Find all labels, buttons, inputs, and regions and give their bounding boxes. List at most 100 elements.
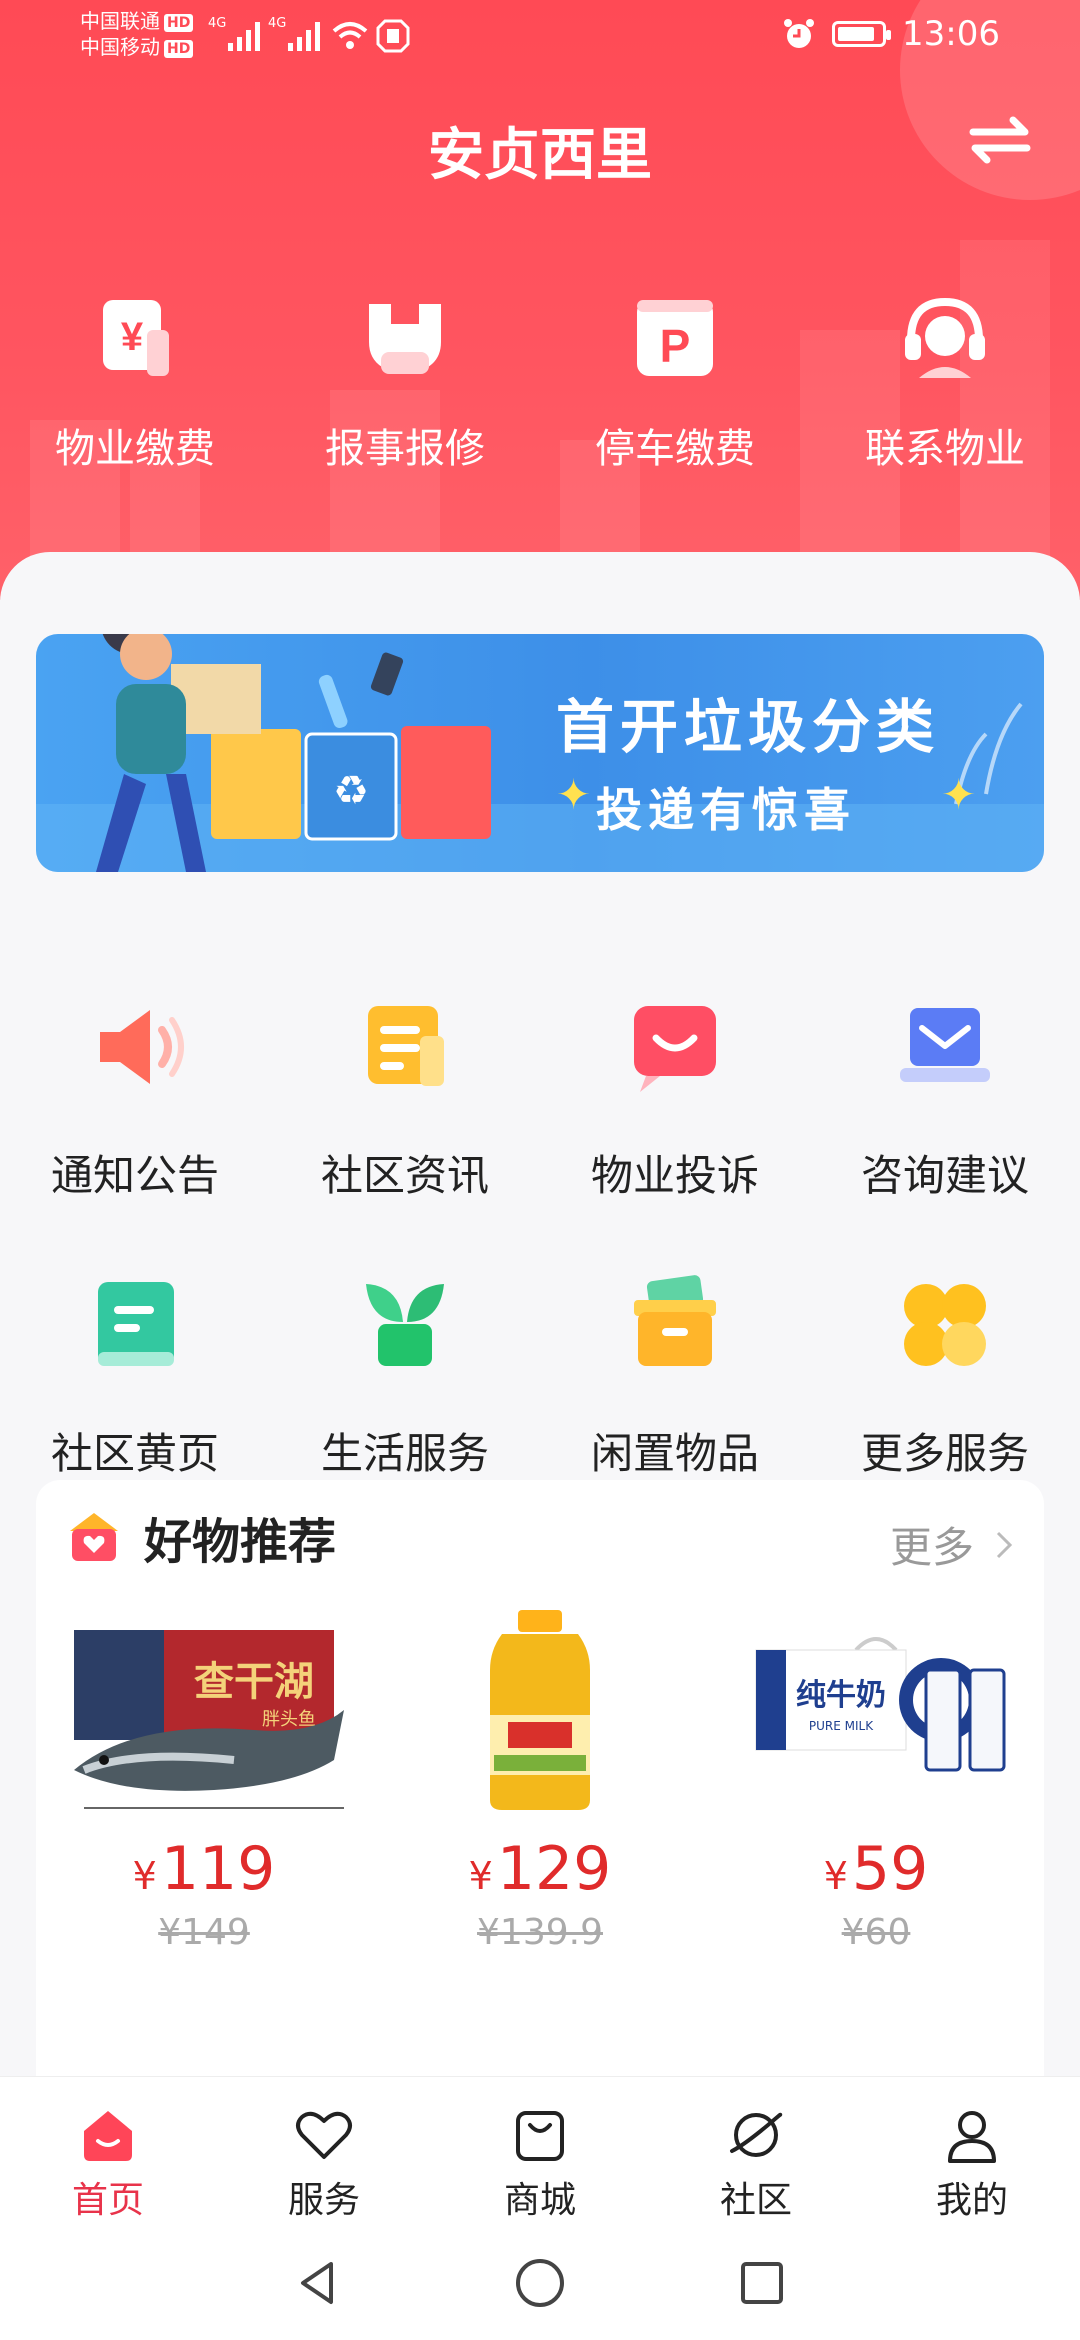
sparkle-icon: ✦: [556, 770, 592, 819]
service-label: 社区黄页: [50, 1429, 219, 1478]
life-service-button[interactable]: 生活服务: [270, 1270, 540, 1481]
book-icon: [80, 1270, 190, 1380]
community-news-button[interactable]: 社区资讯: [270, 992, 540, 1203]
price-value: 59: [851, 1834, 929, 1904]
hd-badge: HD: [164, 13, 194, 32]
banner-headline: 首开垃圾分类: [556, 693, 941, 761]
tab-home[interactable]: 首页: [0, 2077, 216, 2226]
fish-product-image: 查干湖 胖头鱼: [54, 1610, 354, 1810]
plant-icon: [350, 1270, 460, 1380]
product-price: ¥59: [824, 1834, 929, 1904]
product-price: ¥129: [469, 1834, 612, 1904]
carrier-2: 中国移动: [80, 35, 160, 59]
wifi-icon: [330, 16, 370, 56]
tab-label: 我的: [935, 2180, 1008, 2221]
milk-box-subtext: PURE MILK: [809, 1719, 874, 1733]
service-label: 闲置物品: [590, 1429, 759, 1478]
currency-symbol: ¥: [468, 1854, 493, 1898]
city-silhouette: [130, 460, 200, 560]
home-nav-button[interactable]: [513, 2256, 567, 2310]
tab-label: 社区: [719, 2180, 792, 2221]
tab-services[interactable]: 服务: [216, 2077, 432, 2226]
service-label: 更多服务: [860, 1429, 1029, 1478]
recents-nav-button[interactable]: [737, 2258, 787, 2308]
suggestion-button[interactable]: 咨询建议: [810, 992, 1080, 1203]
network-type: 4G: [268, 16, 287, 31]
wrench-icon: [355, 290, 455, 390]
quick-action-label: 报事报修: [325, 426, 485, 472]
carrier-info: 中国联通 HD 中国移动 HD: [80, 8, 194, 60]
box-icon: [620, 1270, 730, 1380]
gift-house-icon: [70, 1513, 118, 1561]
price-value: 129: [496, 1834, 612, 1904]
back-nav-button[interactable]: [293, 2258, 343, 2308]
header: 中国联通 HD 中国移动 HD 4G 4G 13:06 安贞西里 ¥ 物业缴费 …: [0, 0, 1080, 600]
currency-symbol: ¥: [132, 1854, 157, 1898]
garbage-sorting-banner[interactable]: ♻ 首开垃圾分类 ✦ 投递有惊喜 ✦: [36, 634, 1044, 872]
tab-label: 首页: [71, 2180, 144, 2221]
fish-box-text: 查干湖: [194, 1658, 314, 1705]
carrier-1: 中国联通: [80, 9, 160, 33]
product-price: ¥119: [133, 1834, 276, 1904]
idle-items-button[interactable]: 闲置物品: [540, 1270, 810, 1481]
service-label: 社区资讯: [320, 1151, 489, 1200]
product-old-price: ¥149: [158, 1912, 250, 1953]
status-bar: 中国联通 HD 中国移动 HD 4G 4G 13:06: [0, 0, 1080, 70]
megaphone-icon: [80, 992, 190, 1102]
fish-box-subtext: 胖头鱼: [262, 1709, 316, 1730]
shopping-bag-icon: [516, 2111, 564, 2161]
milk-product-image: 纯牛奶 PURE MILK: [726, 1610, 1026, 1810]
quick-action-label: 物业缴费: [55, 426, 215, 472]
heart-icon: [296, 2111, 352, 2159]
service-grid-row-2: 社区黄页 生活服务 闲置物品 更多服务: [0, 1270, 1080, 1481]
user-icon: [948, 2111, 996, 2163]
product-card[interactable]: 查干湖 胖头鱼 ¥119 ¥149: [36, 1610, 372, 1953]
svg-text:P: P: [660, 320, 691, 372]
currency-symbol: ¥: [823, 1854, 848, 1898]
headset-icon: [895, 290, 995, 390]
tab-community[interactable]: 社区: [648, 2077, 864, 2226]
tab-mine[interactable]: 我的: [864, 2077, 1080, 2226]
service-label: 生活服务: [320, 1429, 489, 1478]
yuan-bill-icon: ¥: [85, 290, 185, 390]
contact-property-button[interactable]: 联系物业: [810, 290, 1080, 474]
recommend-more-link[interactable]: 更多: [890, 1514, 1014, 1575]
sparkle-icon: ✦: [941, 770, 977, 819]
tab-label: 商城: [503, 2180, 576, 2221]
clock: 13:06: [902, 14, 1000, 54]
product-old-price: ¥60: [841, 1912, 911, 1953]
clover-icon: [890, 1270, 1000, 1380]
smile-chat-icon: [620, 992, 730, 1102]
service-grid-row-1: 通知公告 社区资讯 物业投诉 咨询建议: [0, 992, 1080, 1203]
tab-label: 服务: [287, 2180, 360, 2221]
price-value: 119: [160, 1834, 276, 1904]
svg-text:♻: ♻: [333, 768, 369, 814]
system-nav-bar: [0, 2226, 1080, 2340]
home-icon: [84, 2111, 132, 2161]
product-card[interactable]: ¥129 ¥139.9: [372, 1610, 708, 1953]
chevron-right-icon: [996, 1531, 1013, 1558]
service-label: 物业投诉: [590, 1151, 759, 1200]
more-label: 更多: [889, 1523, 974, 1572]
parking-fee-button[interactable]: P 停车缴费: [540, 290, 810, 474]
oil-product-image: [390, 1610, 690, 1810]
parking-icon: P: [625, 290, 725, 390]
notice-button[interactable]: 通知公告: [0, 992, 270, 1203]
quick-actions: ¥ 物业缴费 报事报修 P 停车缴费 联系物业: [0, 290, 1080, 474]
network-type: 4G: [208, 16, 227, 31]
service-label: 通知公告: [50, 1151, 219, 1200]
main-content: ♻ 首开垃圾分类 ✦ 投递有惊喜 ✦ 通知公告 社区资讯 物业投诉 咨询建议 社…: [0, 552, 1080, 2082]
repair-report-button[interactable]: 报事报修: [270, 290, 540, 474]
complaint-button[interactable]: 物业投诉: [540, 992, 810, 1203]
yellow-pages-button[interactable]: 社区黄页: [0, 1270, 270, 1481]
tab-mall[interactable]: 商城: [432, 2077, 648, 2226]
news-icon: [350, 992, 460, 1102]
planet-icon: [730, 2112, 783, 2157]
svg-text:¥: ¥: [121, 315, 144, 359]
community-title: 安贞西里: [428, 123, 652, 188]
quick-action-label: 联系物业: [865, 426, 1025, 472]
property-fee-button[interactable]: ¥ 物业缴费: [0, 290, 270, 474]
product-card[interactable]: 纯牛奶 PURE MILK ¥59 ¥60: [708, 1610, 1044, 1953]
more-services-button[interactable]: 更多服务: [810, 1270, 1080, 1481]
switch-community-button[interactable]: [960, 110, 1040, 180]
